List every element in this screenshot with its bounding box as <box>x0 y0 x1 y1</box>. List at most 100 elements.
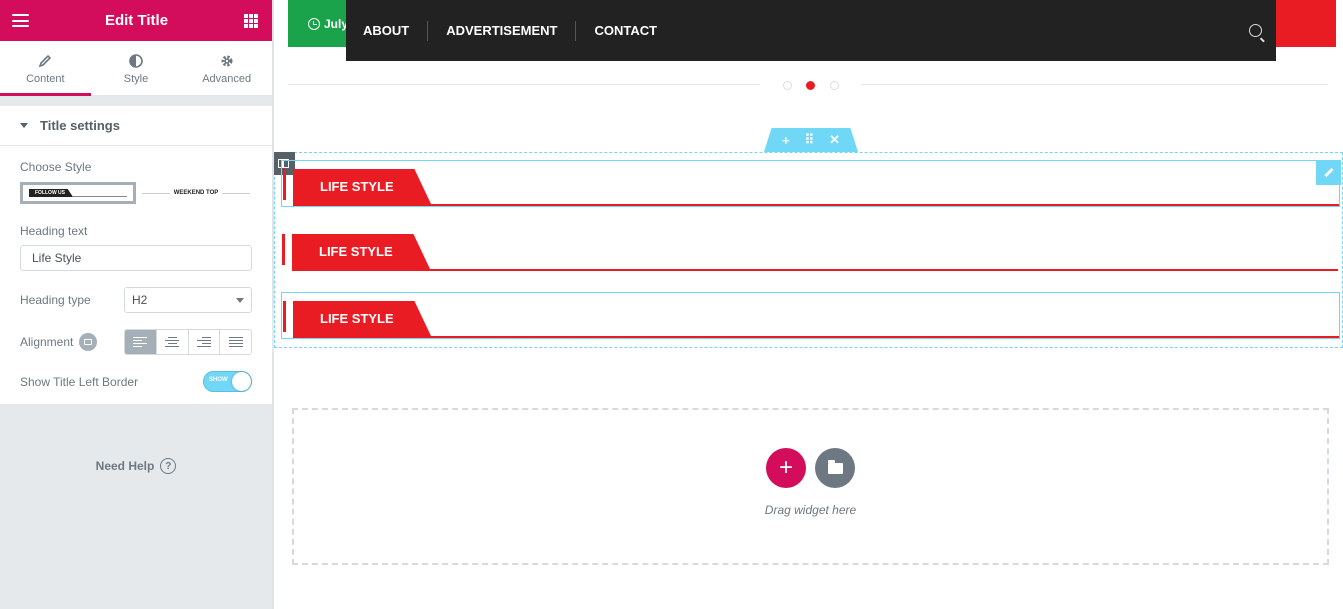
widget-title-tag: LIFE STYLE <box>292 234 430 269</box>
dropzone-text: Drag widget here <box>764 503 857 517</box>
style-options: FOLLOW US WEEKEND TOP <box>20 182 252 204</box>
heading-type-value: H2 <box>132 293 148 307</box>
align-center-icon <box>165 337 180 347</box>
show-border-label: Show Title Left Border <box>20 374 139 389</box>
nav-divider <box>427 20 429 41</box>
responsive-desktop-icon[interactable] <box>79 333 98 351</box>
caret-down-icon <box>20 123 28 128</box>
question-icon: ? <box>160 458 177 474</box>
elementor-editor: Edit Title Content Style Advanced Title … <box>0 0 1343 609</box>
section-title: Title settings <box>40 118 120 133</box>
show-border-control: Show Title Left Border SHOW <box>20 371 252 392</box>
nav-divider <box>575 20 577 41</box>
align-left-icon <box>133 337 148 347</box>
chevron-down-icon <box>236 297 244 303</box>
choose-style-control: Choose Style FOLLOW US WEEKEND TOP <box>20 146 252 204</box>
style-option-1-line <box>73 196 127 197</box>
nav-contact[interactable]: CONTACT <box>594 23 675 38</box>
menu-icon[interactable] <box>12 14 29 27</box>
half-circle-icon <box>129 52 143 70</box>
style-option-2-line-left <box>142 192 170 194</box>
style-option-2-line-right <box>222 192 250 194</box>
alignment-control: Alignment <box>20 329 252 355</box>
drag-handle-icon[interactable]: ⠿ <box>805 132 815 148</box>
section-toggle-title-settings[interactable]: Title settings <box>0 106 272 146</box>
alignment-buttons <box>124 329 252 355</box>
title-bottom-line <box>292 269 1338 271</box>
add-template-folder-icon[interactable] <box>815 448 855 488</box>
tab-content[interactable]: Content <box>0 41 91 96</box>
tab-advanced-label: Advanced <box>202 72 252 85</box>
need-help-link[interactable]: Need Help ? <box>0 458 272 474</box>
nav-advertisement[interactable]: ADVERTISEMENT <box>446 23 575 38</box>
tab-advanced[interactable]: Advanced <box>181 41 273 95</box>
title-widget[interactable]: LIFE STYLE <box>281 226 1340 273</box>
add-section-dropzone[interactable]: + Drag widget here <box>292 408 1329 565</box>
nav-about[interactable]: ABOUT <box>363 23 427 38</box>
section-handle: + ⠿ ✕ <box>764 128 858 152</box>
widget-title: LIFE STYLE <box>282 234 1338 271</box>
title-left-border <box>283 169 286 200</box>
gear-icon <box>220 52 234 70</box>
add-section-icon[interactable]: + <box>782 133 790 148</box>
close-icon[interactable]: ✕ <box>829 132 840 148</box>
topbar-date: July <box>288 0 348 47</box>
panel-tabs: Content Style Advanced <box>0 41 273 96</box>
heading-type-control: Heading type H2 <box>20 287 252 313</box>
tab-style[interactable]: Style <box>90 41 182 95</box>
widgets-grid-icon[interactable] <box>244 13 258 28</box>
widget-title: LIFE STYLE <box>283 169 1339 206</box>
dropzone-buttons: + <box>766 448 855 488</box>
panel-header: Edit Title <box>0 0 272 41</box>
align-justify-button[interactable] <box>220 330 251 354</box>
tab-style-label: Style <box>123 72 149 85</box>
editor-panel: Edit Title Content Style Advanced Title … <box>0 0 273 609</box>
pencil-icon <box>38 52 52 70</box>
heading-text-label: Heading text <box>20 224 88 238</box>
align-right-button[interactable] <box>188 330 221 354</box>
style-option-1[interactable]: FOLLOW US <box>20 182 136 204</box>
need-help-label: Need Help <box>95 459 155 473</box>
style-option-2-preview: WEEKEND TOP <box>173 190 219 196</box>
title-widget[interactable]: LIFE STYLE <box>281 292 1340 339</box>
clock-icon <box>308 17 320 30</box>
preview-canvas: July ABOUT ADVERTISEMENT CONTACT + ⠿ ✕ L… <box>274 0 1343 609</box>
slider-line-left <box>288 84 760 85</box>
toggle-knob <box>232 372 251 391</box>
tab-content-label: Content <box>26 72 65 85</box>
controls: Choose Style FOLLOW US WEEKEND TOP Headi… <box>0 146 272 404</box>
topbar-date-text: July <box>323 16 348 31</box>
show-border-toggle[interactable]: SHOW <box>203 371 252 392</box>
alignment-label-wrap: Alignment <box>20 333 98 351</box>
add-new-section-button[interactable]: + <box>766 448 806 488</box>
widget-title: LIFE STYLE <box>283 301 1339 338</box>
style-option-1-preview: FOLLOW US <box>29 189 73 197</box>
align-justify-icon <box>228 337 243 347</box>
title-bottom-line <box>293 336 1339 338</box>
heading-type-label: Heading type <box>20 293 91 307</box>
heading-type-select[interactable]: H2 <box>124 287 252 313</box>
align-center-button[interactable] <box>156 330 189 354</box>
title-left-border <box>282 234 285 265</box>
title-widget[interactable]: LIFE STYLE <box>281 160 1340 207</box>
heading-text-control: Heading text <box>20 224 252 271</box>
slider-dot-2[interactable] <box>806 81 815 90</box>
widget-title-tag: LIFE STYLE <box>293 169 431 204</box>
title-bottom-line <box>293 204 1339 206</box>
main-navbar: ABOUT ADVERTISEMENT CONTACT <box>346 0 1276 61</box>
panel-title: Edit Title <box>104 12 169 29</box>
title-left-border <box>283 301 286 332</box>
align-left-button[interactable] <box>125 330 157 354</box>
toggle-label: SHOW <box>209 377 228 383</box>
slider-dot-1[interactable] <box>783 81 792 90</box>
search-icon[interactable] <box>1249 24 1262 37</box>
widget-title-tag: LIFE STYLE <box>293 301 431 336</box>
style-option-2[interactable]: WEEKEND TOP <box>142 182 250 204</box>
edit-widget-icon[interactable] <box>1316 160 1341 185</box>
slider-line-right <box>862 84 1328 85</box>
heading-text-input[interactable] <box>20 245 252 271</box>
alignment-label: Alignment <box>20 335 74 349</box>
choose-style-label: Choose Style <box>20 160 92 174</box>
align-right-icon <box>196 337 211 347</box>
slider-dot-3[interactable] <box>830 81 839 90</box>
